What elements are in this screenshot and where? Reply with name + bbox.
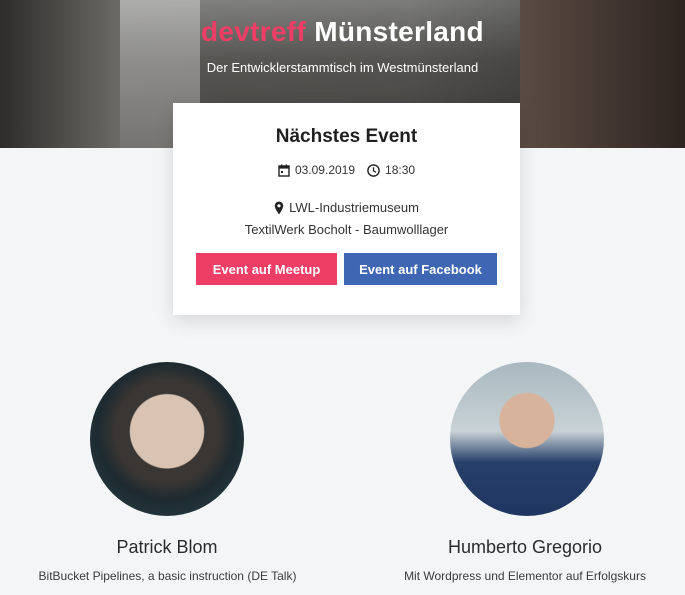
event-time: 18:30 xyxy=(367,163,415,177)
speaker-talk-title: BitBucket Pipelines, a basic instruction… xyxy=(38,569,297,583)
speaker-name: Humberto Gregorio xyxy=(447,537,603,557)
site-title-brand: devtreff xyxy=(201,16,307,47)
meetup-event-button[interactable]: Event auf Meetup xyxy=(196,253,337,285)
event-time-text: 18:30 xyxy=(385,163,416,177)
event-meta: 03.09.2019 18:30 xyxy=(173,163,520,177)
event-heading: Nächstes Event xyxy=(275,126,418,147)
clock-icon xyxy=(367,163,380,177)
event-location: LWL-Industriemuseum xyxy=(173,200,520,215)
site-title: devtreff Münsterland xyxy=(0,16,685,48)
event-location-line1: LWL-Industriemuseum xyxy=(289,200,419,215)
calendar-icon xyxy=(278,164,290,177)
speaker-avatar-humberto-gregorio xyxy=(450,362,604,516)
facebook-event-button[interactable]: Event auf Facebook xyxy=(344,253,497,285)
next-event-card: Nächstes Event 03.09.2019 18:30 LWL-Indu… xyxy=(173,103,520,315)
event-date-text: 03.09.2019 xyxy=(294,163,356,177)
location-pin-icon xyxy=(274,201,284,215)
event-location-line2: TextilWerk Bocholt - Baumwolllager xyxy=(244,222,449,237)
event-date: 03.09.2019 xyxy=(278,163,355,177)
speaker-name: Patrick Blom xyxy=(116,537,218,557)
site-subtitle: Der Entwicklerstammtisch im Westmünsterl… xyxy=(206,60,479,75)
site-title-city: Münsterland xyxy=(314,16,484,47)
speaker-talk-title: Mit Wordpress und Elementor auf Erfolgsk… xyxy=(404,569,646,583)
speaker-avatar-patrick-blom xyxy=(90,362,244,516)
